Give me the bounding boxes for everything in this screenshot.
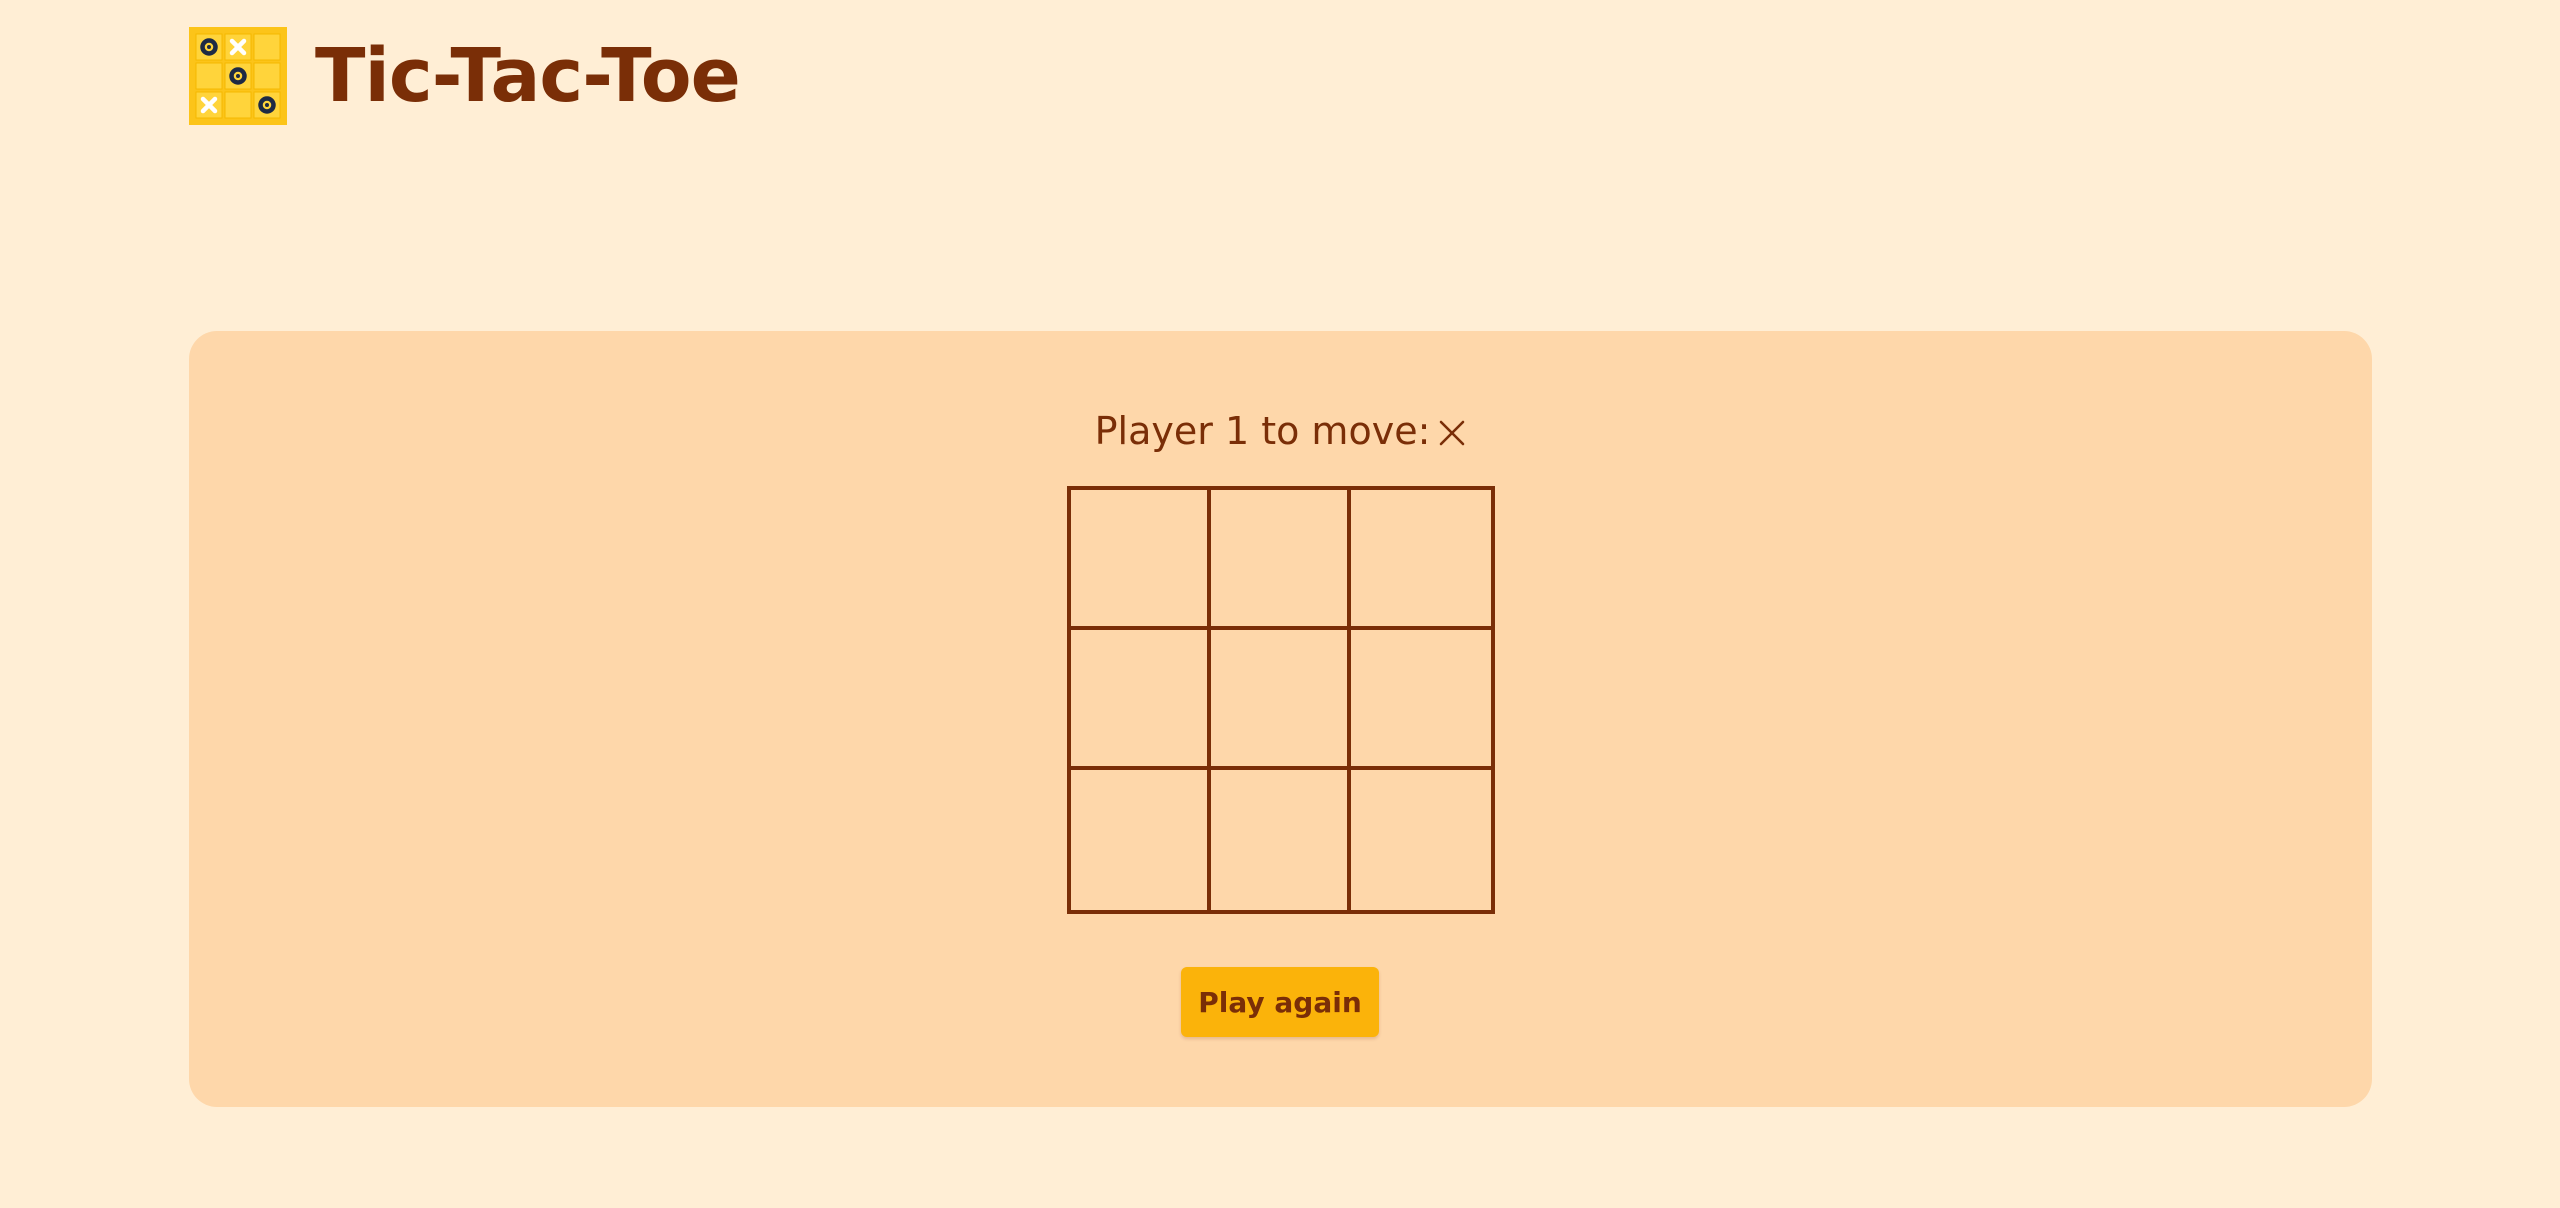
game-board	[1067, 486, 1495, 914]
turn-status: Player 1 to move:	[189, 403, 2372, 459]
board-cell-r3-c3[interactable]	[1351, 770, 1491, 910]
board-cell-r2-c3[interactable]	[1351, 630, 1491, 770]
board-cell-r3-c1[interactable]	[1071, 770, 1211, 910]
turn-status-label: Player 1 to move:	[1094, 409, 1431, 453]
app-header: Tic-Tac-Toe	[189, 27, 741, 125]
app-title: Tic-Tac-Toe	[315, 33, 741, 119]
x-mark-icon	[1440, 420, 1465, 446]
board-cell-r1-c2[interactable]	[1211, 490, 1351, 630]
board-cell-r3-c2[interactable]	[1211, 770, 1351, 910]
game-panel: Player 1 to move: Play again	[189, 331, 2372, 1107]
board-cell-r1-c3[interactable]	[1351, 490, 1491, 630]
play-again-button[interactable]: Play again	[1181, 967, 1379, 1037]
tic-tac-toe-logo-icon	[189, 27, 287, 125]
board-cell-r2-c1[interactable]	[1071, 630, 1211, 770]
board-cell-r2-c2[interactable]	[1211, 630, 1351, 770]
board-cell-r1-c1[interactable]	[1071, 490, 1211, 630]
